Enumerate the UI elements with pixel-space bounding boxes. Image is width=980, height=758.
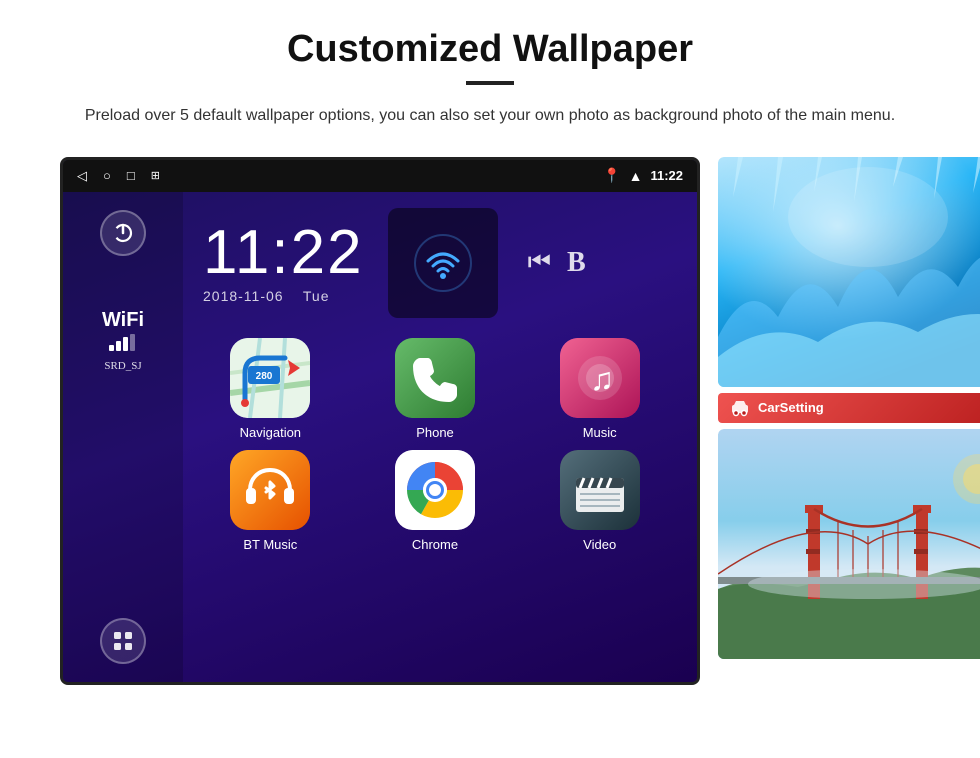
- app-item-btmusic[interactable]: BT Music: [193, 450, 348, 552]
- location-icon: 📍: [603, 167, 620, 184]
- status-bar: ◁ ○ □ ⊞ 📍 ▲ 11:22: [63, 160, 697, 192]
- navigation-app-svg: 280: [230, 338, 310, 418]
- video-app-svg: [560, 450, 640, 530]
- navigation-label: Navigation: [240, 425, 301, 440]
- wifi-ssid: SRD_SJ: [102, 360, 144, 372]
- chrome-app-svg: [395, 450, 475, 530]
- wallpaper-ice-thumb[interactable]: [718, 157, 980, 387]
- chrome-label: Chrome: [412, 537, 458, 552]
- music-label: Music: [583, 425, 617, 440]
- app-grid: 280 Navigation: [183, 330, 697, 568]
- phone-icon: [395, 338, 475, 418]
- clock-block: 11:22 2018-11-06 Tue: [203, 222, 364, 304]
- prev-track-button[interactable]: ⏮: [528, 247, 551, 278]
- status-left: ◁ ○ □ ⊞: [77, 168, 160, 184]
- music-app-svg: ♫: [560, 338, 640, 418]
- wallpaper-previews: CarSetting: [718, 157, 980, 659]
- status-wifi-icon: ▲: [629, 168, 643, 184]
- bridge-wallpaper-svg: [718, 429, 980, 659]
- chrome-icon: [395, 450, 475, 530]
- btmusic-label: BT Music: [243, 537, 297, 552]
- device-frame: ◁ ○ □ ⊞ 📍 ▲ 11:22: [60, 157, 700, 685]
- back-icon[interactable]: ◁: [77, 168, 87, 184]
- video-icon: [560, 450, 640, 530]
- svg-text:280: 280: [256, 371, 273, 382]
- page-title: Customized Wallpaper: [287, 28, 693, 71]
- media-widget[interactable]: [388, 208, 498, 318]
- svg-text:♫: ♫: [590, 361, 614, 397]
- clock-area: 11:22 2018-11-06 Tue: [183, 192, 697, 330]
- music-icon: ♫: [560, 338, 640, 418]
- wifi-label: WiFi: [102, 310, 144, 330]
- clock-date-value: 2018-11-06: [203, 288, 284, 304]
- left-sidebar: WiFi SRD_SJ: [63, 192, 183, 682]
- screenshot-icon[interactable]: ⊞: [151, 169, 160, 182]
- carsetting-strip[interactable]: CarSetting: [718, 393, 980, 423]
- wallpaper-bridge-thumb[interactable]: [718, 429, 980, 659]
- ice-wallpaper-svg: [718, 157, 980, 387]
- btmusic-icon: [230, 450, 310, 530]
- status-right: 📍 ▲ 11:22: [603, 167, 683, 184]
- apps-button[interactable]: [100, 618, 146, 664]
- media-wifi-icon: [413, 233, 473, 293]
- phone-app-svg: [395, 338, 475, 418]
- recents-icon[interactable]: □: [127, 168, 135, 184]
- app-item-phone[interactable]: Phone: [358, 338, 513, 440]
- car-icon: [730, 398, 750, 418]
- screen-body: WiFi SRD_SJ: [63, 192, 697, 682]
- btmusic-app-svg: [230, 450, 310, 530]
- clock-date: 2018-11-06 Tue: [203, 288, 364, 304]
- app-item-video[interactable]: Video: [522, 450, 677, 552]
- app-item-music[interactable]: ♫ Music: [522, 338, 677, 440]
- power-button[interactable]: [100, 210, 146, 256]
- app-item-navigation[interactable]: 280 Navigation: [193, 338, 348, 440]
- title-divider: [466, 81, 514, 85]
- video-label: Video: [583, 537, 616, 552]
- main-content-area: 11:22 2018-11-06 Tue: [183, 192, 697, 682]
- status-time: 11:22: [650, 168, 683, 183]
- apps-grid-icon: [112, 630, 134, 652]
- power-icon: [112, 222, 134, 244]
- wifi-info: WiFi SRD_SJ: [102, 310, 144, 372]
- wifi-bars-icon: [102, 333, 144, 356]
- media-controls: ⏮ B: [522, 247, 586, 279]
- carsetting-label: CarSetting: [758, 400, 824, 415]
- page-description: Preload over 5 default wallpaper options…: [85, 103, 895, 129]
- clock-day-value: Tue: [303, 288, 330, 304]
- phone-label: Phone: [416, 425, 454, 440]
- clock-time: 11:22: [203, 222, 364, 284]
- bluetooth-label: B: [567, 247, 586, 279]
- app-item-chrome[interactable]: Chrome: [358, 450, 513, 552]
- navigation-icon: 280: [230, 338, 310, 418]
- main-area: ◁ ○ □ ⊞ 📍 ▲ 11:22: [60, 157, 920, 685]
- home-icon[interactable]: ○: [103, 168, 111, 184]
- page-wrapper: Customized Wallpaper Preload over 5 defa…: [0, 0, 980, 758]
